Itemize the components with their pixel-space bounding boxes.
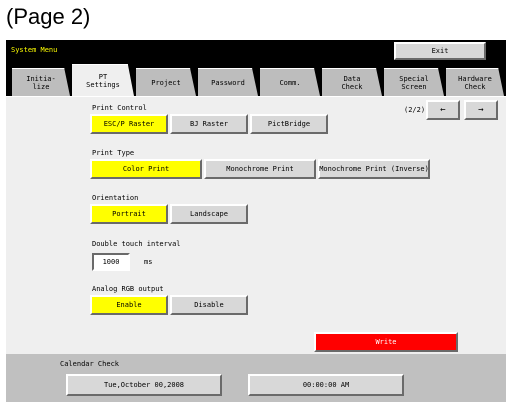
option-monochrome-print[interactable]: Monochrome Print <box>204 159 316 179</box>
tab-hardware-check[interactable]: Hardware Check <box>446 68 504 96</box>
tab-data-check[interactable]: Data Check <box>322 68 382 96</box>
option-esc-p-raster[interactable]: ESC/P Raster <box>90 114 168 134</box>
double-touch-label: Double touch interval <box>92 240 181 248</box>
option-disable[interactable]: Disable <box>170 295 248 315</box>
next-page-button[interactable]: → <box>464 100 498 120</box>
pt-settings-panel: (2/2) ← → Print Control ESC/P Raster BJ … <box>6 96 506 355</box>
tab-initialize[interactable]: Initia- lize <box>12 68 70 96</box>
orientation-label: Orientation <box>92 194 139 202</box>
calendar-date-button[interactable]: Tue,October 00,2008 <box>66 374 222 396</box>
option-enable[interactable]: Enable <box>90 295 168 315</box>
tab-project[interactable]: Project <box>136 68 196 96</box>
double-touch-unit: ms <box>144 258 153 266</box>
tab-pt-settings[interactable]: PT Settings <box>72 64 134 96</box>
tab-password[interactable]: Password <box>198 68 258 96</box>
system-menu-screen: System Menu Exit Initia- lize PT Setting… <box>6 40 506 402</box>
print-type-label: Print Type <box>92 149 135 157</box>
option-landscape[interactable]: Landscape <box>170 204 248 224</box>
print-control-label: Print Control <box>92 104 147 112</box>
option-monochrome-inverse[interactable]: Monochrome Print (Inverse) <box>318 159 430 179</box>
double-touch-input[interactable]: 1000 <box>92 253 130 271</box>
system-menu-title: System Menu <box>11 46 58 54</box>
tab-comm[interactable]: Comm. <box>260 68 320 96</box>
tab-bar: Initia- lize PT Settings Project Passwor… <box>6 62 506 96</box>
title-bar: System Menu Exit <box>6 40 506 62</box>
prev-page-button[interactable]: ← <box>426 100 460 120</box>
calendar-time-button[interactable]: 00:00:00 AM <box>248 374 404 396</box>
page-indicator: (2/2) <box>404 106 426 114</box>
write-button[interactable]: Write <box>314 332 458 352</box>
option-pictbridge[interactable]: PictBridge <box>250 114 328 134</box>
analog-rgb-label: Analog RGB output <box>92 285 164 293</box>
page-caption: (Page 2) <box>6 4 91 29</box>
option-bj-raster[interactable]: BJ Raster <box>170 114 248 134</box>
calendar-check-bar: Calendar Check Tue,October 00,2008 00:00… <box>6 354 506 402</box>
option-color-print[interactable]: Color Print <box>90 159 202 179</box>
exit-button[interactable]: Exit <box>394 42 486 60</box>
option-portrait[interactable]: Portrait <box>90 204 168 224</box>
calendar-check-label: Calendar Check <box>60 360 120 368</box>
tab-special-screen[interactable]: Special Screen <box>384 68 444 96</box>
